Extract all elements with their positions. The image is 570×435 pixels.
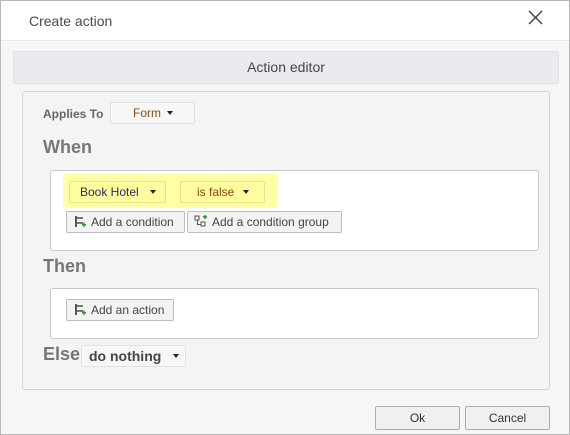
dialog-body: Action editor Applies To Form When Book … bbox=[1, 42, 569, 434]
ok-button[interactable]: Ok bbox=[375, 406, 460, 430]
chevron-down-icon bbox=[150, 190, 156, 194]
condition-field-dropdown[interactable]: Book Hotel bbox=[69, 181, 166, 203]
when-conditions-box: Book Hotel is false Add a condition Add … bbox=[50, 170, 539, 251]
add-condition-icon bbox=[75, 216, 86, 227]
applies-to-label: Applies To bbox=[43, 107, 104, 121]
else-action-value: do nothing bbox=[89, 348, 162, 364]
add-action-button[interactable]: Add an action bbox=[66, 299, 174, 321]
create-action-dialog: Create action Action editor Applies To F… bbox=[0, 0, 570, 435]
close-icon bbox=[528, 10, 543, 25]
dialog-title: Create action bbox=[29, 13, 113, 29]
condition-operator-value: is false bbox=[197, 185, 235, 199]
action-editor-header: Action editor bbox=[13, 51, 559, 84]
then-section-title: Then bbox=[43, 256, 86, 276]
then-actions-box: Add an action bbox=[50, 288, 539, 339]
chevron-down-icon bbox=[173, 354, 179, 358]
condition-operator-dropdown[interactable]: is false bbox=[180, 181, 265, 203]
else-section-title: Else bbox=[43, 344, 81, 364]
condition-field-value: Book Hotel bbox=[80, 185, 139, 199]
add-condition-group-button[interactable]: Add a condition group bbox=[187, 211, 342, 233]
add-action-icon bbox=[75, 304, 86, 315]
chevron-down-icon bbox=[167, 111, 173, 115]
applies-to-value: Form bbox=[133, 106, 161, 120]
add-condition-button[interactable]: Add a condition bbox=[66, 211, 185, 233]
add-condition-group-label: Add a condition group bbox=[212, 215, 329, 229]
chevron-down-icon bbox=[243, 190, 249, 194]
else-action-dropdown[interactable]: do nothing bbox=[81, 345, 186, 367]
cancel-button[interactable]: Cancel bbox=[465, 406, 550, 430]
applies-to-dropdown[interactable]: Form bbox=[110, 102, 195, 124]
action-editor-panel: Applies To Form When Book Hotel is false bbox=[22, 91, 550, 390]
when-section-title: When bbox=[43, 137, 92, 157]
condition-highlight: Book Hotel is false bbox=[63, 174, 278, 208]
add-action-label: Add an action bbox=[91, 303, 165, 317]
close-button[interactable] bbox=[523, 7, 549, 33]
dialog-titlebar: Create action bbox=[1, 1, 569, 41]
add-condition-label: Add a condition bbox=[91, 215, 174, 229]
add-condition-group-icon bbox=[194, 215, 207, 227]
